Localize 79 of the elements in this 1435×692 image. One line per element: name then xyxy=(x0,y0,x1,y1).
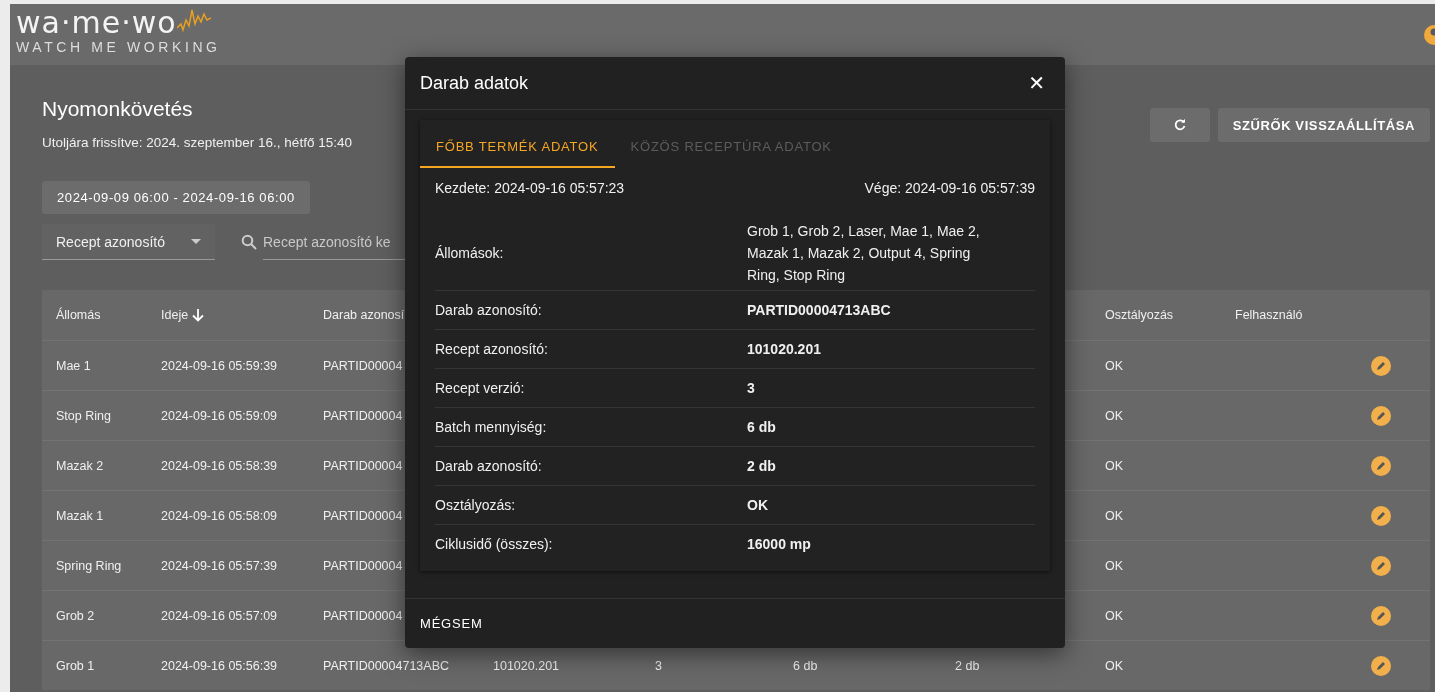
edit-icon[interactable] xyxy=(1371,405,1391,426)
search-icon xyxy=(241,234,257,250)
end-time: Vége: 2024-09-16 05:57:39 xyxy=(864,180,1035,196)
edit-icon[interactable] xyxy=(1371,555,1391,576)
table-cell: Mae 1 xyxy=(56,358,91,373)
table-cell: Grob 1 xyxy=(56,658,95,673)
table-cell: Stop Ring xyxy=(56,408,111,423)
reset-filters-button[interactable]: SZŰRŐK VISSZAÁLLÍTÁSA xyxy=(1217,108,1430,142)
sort-down-icon[interactable] xyxy=(192,308,205,322)
table-cell: 6 db xyxy=(793,658,818,673)
table-cell: 2024-09-16 05:57:09 xyxy=(161,608,278,623)
table-cell: 2024-09-16 05:56:39 xyxy=(161,658,278,673)
table-cell: PARTID00004 xyxy=(323,358,403,373)
table-cell: 2 db xyxy=(955,658,980,673)
field-select[interactable]: Recept azonosító xyxy=(42,224,215,260)
table-cell: 2024-09-16 05:57:39 xyxy=(161,558,278,573)
table-cell: 2024-09-16 05:58:39 xyxy=(161,458,278,473)
table-cell: PARTID00004 xyxy=(323,458,403,473)
table-cell: PARTID00004 xyxy=(323,408,403,423)
field-label: Darab azonosító: xyxy=(435,458,543,474)
table-cell: OK xyxy=(1105,408,1124,423)
table-cell: 2024-09-16 05:58:09 xyxy=(161,508,278,523)
edit-icon[interactable] xyxy=(1371,355,1391,376)
table-cell: Spring Ring xyxy=(56,558,122,573)
field-label: Recept azonosító: xyxy=(435,341,549,357)
logo-tagline: WATCH ME WORKING xyxy=(16,39,221,55)
edit-icon[interactable] xyxy=(1371,505,1391,526)
table-cell: Mazak 2 xyxy=(56,458,104,473)
field-value: 2 db xyxy=(747,457,777,476)
refresh-button[interactable] xyxy=(1149,108,1210,142)
field-value: 16000 mp xyxy=(747,535,812,554)
table-cell: Grob 2 xyxy=(56,608,95,623)
table-cell: OK xyxy=(1105,458,1124,473)
edit-icon[interactable] xyxy=(1371,605,1391,626)
table-cell: PARTID00004713ABC xyxy=(323,658,449,673)
table-cell: PARTID00004 xyxy=(323,558,403,573)
field-value: 3 xyxy=(747,379,756,398)
field-value: 6 db xyxy=(747,418,777,437)
field-value: Grob 1, Grob 2, Laser, Mae 1, Mae 2, Mazak 1, Mazak 2, Output 4, Spring Ring, Stop Ring xyxy=(747,222,981,285)
start-time: Kezdete: 2024-09-16 05:57:23 xyxy=(435,180,625,196)
caret-icon xyxy=(191,239,201,244)
logo-text: wa·me·wo xyxy=(16,8,177,38)
table-cell: PARTID00004 xyxy=(323,608,403,623)
column-header[interactable]: Osztályozás xyxy=(1105,308,1174,322)
field-label: Recept verzió: xyxy=(435,380,526,396)
edit-icon[interactable] xyxy=(1371,655,1391,676)
column-header[interactable]: Felhasználó xyxy=(1235,308,1303,322)
field-value: OK xyxy=(747,496,769,515)
field-value: 101020.201 xyxy=(747,340,822,359)
refresh-icon xyxy=(1173,119,1186,131)
table-cell: Mazak 1 xyxy=(56,508,104,523)
column-header[interactable]: Ideje xyxy=(161,308,189,322)
last-updated-text: Utoljára frissítve: 2024. szeptember 16., hétfő 15:40 xyxy=(42,135,352,150)
table-cell: OK xyxy=(1105,608,1124,623)
table-cell: PARTID00004 xyxy=(323,508,403,523)
tab[interactable]: FŐBB TERMÉK ADATOK xyxy=(420,120,615,168)
dialog-title: Darab adatok xyxy=(420,72,529,94)
table-cell: OK xyxy=(1105,508,1124,523)
cancel-button[interactable]: MÉGSEM xyxy=(405,616,498,631)
edit-icon[interactable] xyxy=(1371,455,1391,476)
table-cell: 2024-09-16 05:59:39 xyxy=(161,358,278,373)
field-value: PARTID00004713ABC xyxy=(747,301,892,320)
table-cell: OK xyxy=(1105,358,1124,373)
column-header[interactable]: Darab azonosí xyxy=(323,308,405,322)
field-label: Osztályozás: xyxy=(435,497,517,513)
table-cell: 2024-09-16 05:59:09 xyxy=(161,408,278,423)
table-cell: 3 xyxy=(655,658,662,673)
field-label: Ciklusidő (összes): xyxy=(435,536,554,552)
table-cell: OK xyxy=(1105,558,1124,573)
waveform-icon xyxy=(176,8,211,32)
table-cell: 101020.201 xyxy=(493,658,560,673)
close-button[interactable]: ✕ xyxy=(1022,70,1051,96)
field-label: Batch mennyiség: xyxy=(435,419,548,435)
table-cell: OK xyxy=(1105,658,1124,673)
date-range-button[interactable]: 2024-09-09 06:00 - 2024-09-16 06:00 xyxy=(42,181,310,214)
column-header[interactable]: Állomás xyxy=(56,308,101,322)
user-icon[interactable] xyxy=(1423,24,1435,46)
page-title: Nyomonkövetés xyxy=(42,97,194,121)
field-label: Darab azonosító: xyxy=(435,302,543,318)
